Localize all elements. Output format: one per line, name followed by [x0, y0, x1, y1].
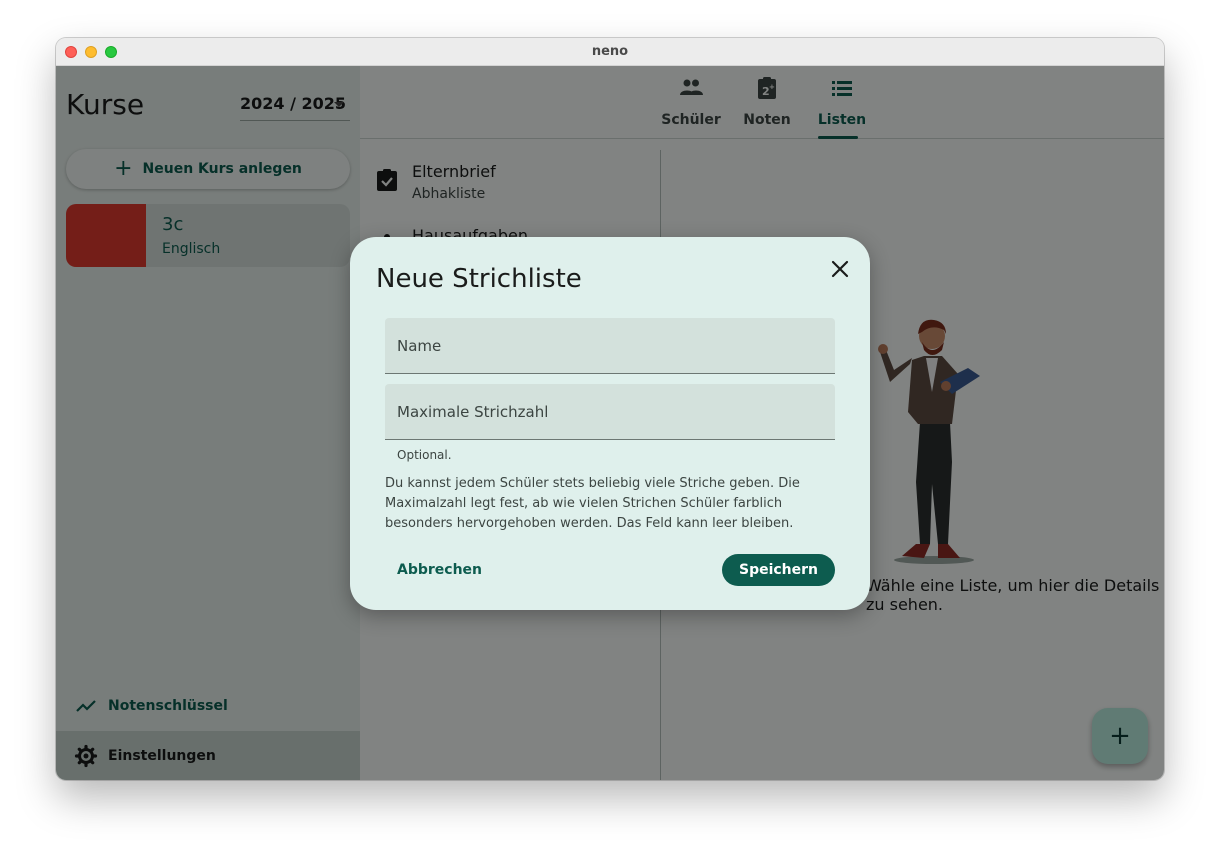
- dialog-title: Neue Strichliste: [376, 264, 582, 294]
- close-icon[interactable]: [828, 257, 852, 281]
- max-tally-field[interactable]: [385, 384, 835, 440]
- max-tally-input[interactable]: [385, 384, 835, 439]
- title-bar: neno: [56, 38, 1164, 66]
- name-field[interactable]: [385, 318, 835, 374]
- name-input[interactable]: [385, 318, 835, 373]
- cancel-button[interactable]: Abbrechen: [385, 554, 494, 586]
- new-tally-list-dialog: Neue Strichliste Optional. Du kannst jed…: [350, 237, 870, 610]
- max-tally-helper: Optional.: [397, 448, 452, 462]
- window-title: neno: [591, 44, 629, 59]
- dialog-description: Du kannst jedem Schüler stets beliebig v…: [385, 476, 800, 531]
- save-button[interactable]: Speichern: [722, 554, 835, 586]
